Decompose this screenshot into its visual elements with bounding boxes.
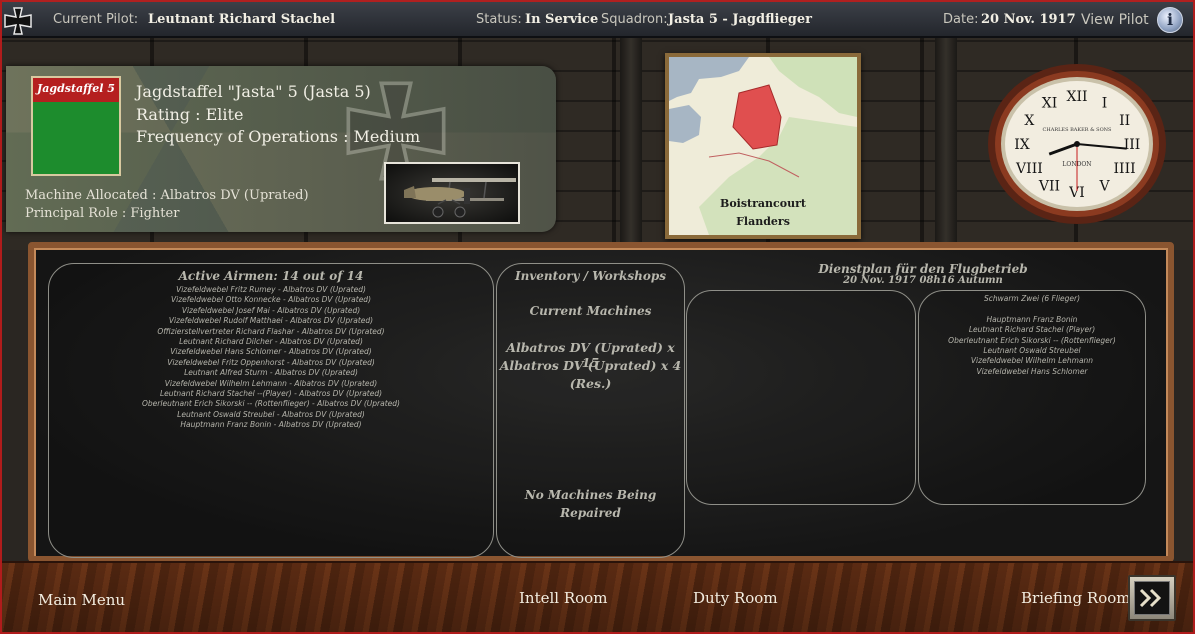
schedule-list: Schwarm Zwei (6 Flieger) Hauptmann Franz … <box>918 294 1146 377</box>
clock-numeral: V <box>1098 179 1110 195</box>
airman-entry: Vizefeldwebel Otto Konnecke - Albatros D… <box>171 295 371 305</box>
repair-line-2: Repaired <box>560 506 621 520</box>
biplane-icon <box>404 178 516 218</box>
squadron-frequency: Frequency of Operations : Medium <box>136 127 421 146</box>
date-value: 20 Nov. 1917 <box>981 12 1076 27</box>
schedule-panel-left[interactable] <box>686 290 916 505</box>
airman-entry: Vizefeldwebel Fritz Rumey - Albatros DV … <box>176 285 366 294</box>
map-region: Flanders <box>736 215 790 228</box>
machine-allocated: Machine Allocated : Albatros DV (Uprated… <box>25 188 309 203</box>
clock-numeral: XI <box>1042 95 1058 111</box>
airman-entry: Vizefeldwebel Wilhelm Lehmann - Albatros… <box>164 378 378 388</box>
repair-line-1: No Machines Being <box>524 488 657 502</box>
inventory-header: Inventory / Workshops <box>514 269 667 283</box>
clock-face: XIIIIIIIIIIIIVVIVIIVIIIIXXXI LONDON CHAR… <box>988 64 1166 224</box>
airman-entry: Leutnant Richard Dilcher - Albatros DV (… <box>179 337 363 347</box>
airman-entry: Vizefeldwebel Hans Schlomer - Albatros D… <box>170 347 372 357</box>
next-button-face <box>1134 581 1170 615</box>
schedule-entry: Oberleutnant Erich Sikorski -- (Rottenfl… <box>948 335 1116 345</box>
clock-numeral: I <box>1102 95 1108 111</box>
map-location: Boistrancourt <box>720 197 806 210</box>
schedule-title: Dienstplan für den Flugbetrieb <box>818 262 1028 276</box>
squadron-rating: Rating : Elite <box>136 105 244 124</box>
clock-maker: CHARLES BAKER & SONS <box>1043 127 1113 133</box>
schedule-entry: Hauptmann Franz Bonin <box>986 314 1078 324</box>
double-chevron-right-icon <box>1139 588 1162 608</box>
principal-role: Principal Role : Fighter <box>25 206 180 221</box>
info-icon[interactable]: i <box>1157 7 1183 33</box>
clock-numeral: IX <box>1014 137 1030 153</box>
view-pilot-link[interactable]: View Pilot <box>1081 12 1149 28</box>
pilot-name: Leutnant Richard Stachel <box>148 12 336 27</box>
airmen-list: Vizefeldwebel Fritz Rumey - Albatros DV … <box>48 285 494 431</box>
airman-entry: Leutnant Oswald Streubel - Albatros DV (… <box>177 409 365 419</box>
clock-numeral: II <box>1119 113 1130 129</box>
clock-numeral: X <box>1024 113 1034 129</box>
pilot-label: Current Pilot: <box>53 12 139 27</box>
airman-entry: Vizefeldwebel Josef Mai - Albatros DV (U… <box>181 305 361 315</box>
main-menu-button[interactable]: Main Menu <box>38 591 125 609</box>
status-value: In Service <box>525 12 599 27</box>
schedule-entry: Vizefeldwebel Wilhelm Lehmann <box>970 356 1094 366</box>
wall-beam <box>620 38 642 250</box>
machines-line-3: (Res.) <box>569 376 612 391</box>
emblem-text: Jagdstaffel 5 <box>37 82 115 95</box>
squadron-emblem: Jagdstaffel 5 <box>31 76 121 176</box>
next-button[interactable] <box>1128 575 1176 621</box>
sector-map[interactable]: Boistrancourt Flanders <box>665 53 861 239</box>
airman-entry: Offizierstellvertreter Richard Flashar -… <box>157 326 385 336</box>
schedule-entry: Schwarm Zwei (6 Flieger) <box>983 294 1081 303</box>
airman-entry: Vizefeldwebel Fritz Oppenhorst - Albatro… <box>167 357 375 367</box>
squadron-label: Squadron: <box>601 12 668 27</box>
airman-entry: Hauptmann Franz Bonin - Albatros DV (Upr… <box>180 420 362 430</box>
date-label: Date: <box>943 12 979 27</box>
machines-line-2: Albatros DV (Uprated) x 4 <box>499 358 682 373</box>
schedule-entry <box>918 304 1146 314</box>
top-status-bar: Current Pilot: Leutnant Richard Stachel … <box>0 0 1195 38</box>
clock-numeral: VII <box>1038 179 1060 195</box>
schedule-entry: Leutnant Oswald Streubel <box>983 346 1081 356</box>
wall-beam <box>935 38 957 250</box>
duty-room-button[interactable]: Duty Room <box>693 589 778 607</box>
current-machines-label: Current Machines <box>529 304 652 318</box>
squadron-title: Jagdstaffel "Jasta" 5 (Jasta 5) <box>136 82 371 101</box>
squadron-value: Jasta 5 - Jagdflieger <box>668 12 812 27</box>
clock-numeral: XII <box>1066 89 1087 105</box>
schedule-subtitle: 20 Nov. 1917 08h16 Autumn <box>843 275 1003 286</box>
clock-numeral: III <box>1124 137 1141 153</box>
iron-cross-icon <box>4 7 32 35</box>
wall-clock: XIIIIIIIIIIIIVVIVIIVIIIIXXXI LONDON CHAR… <box>987 63 1167 225</box>
aircraft-image <box>384 162 520 224</box>
briefing-room-button[interactable]: Briefing Room <box>1021 589 1130 607</box>
status-label: Status: <box>476 12 522 27</box>
airman-entry: Leutnant Richard Stachel --(Player) - Al… <box>159 389 383 399</box>
airmen-header: Active Airmen: 14 out of 14 <box>178 269 364 283</box>
intell-room-button[interactable]: Intell Room <box>519 589 607 607</box>
airman-entry: Vizefeldwebel Rudolf Matthaei - Albatros… <box>168 316 374 326</box>
schedule-entry: Leutnant Richard Stachel (Player) <box>968 325 1096 335</box>
window-border-left <box>0 0 2 634</box>
airman-entry: Leutnant Alfred Sturm - Albatros DV (Upr… <box>184 368 358 378</box>
schedule-entry: Vizefeldwebel Hans Schlomer <box>976 366 1088 376</box>
clock-numeral: VIII <box>1015 161 1043 177</box>
clock-numeral: IIII <box>1114 161 1136 177</box>
airman-entry: Oberleutnant Erich Sikorski -- (Rottenfl… <box>142 399 400 409</box>
